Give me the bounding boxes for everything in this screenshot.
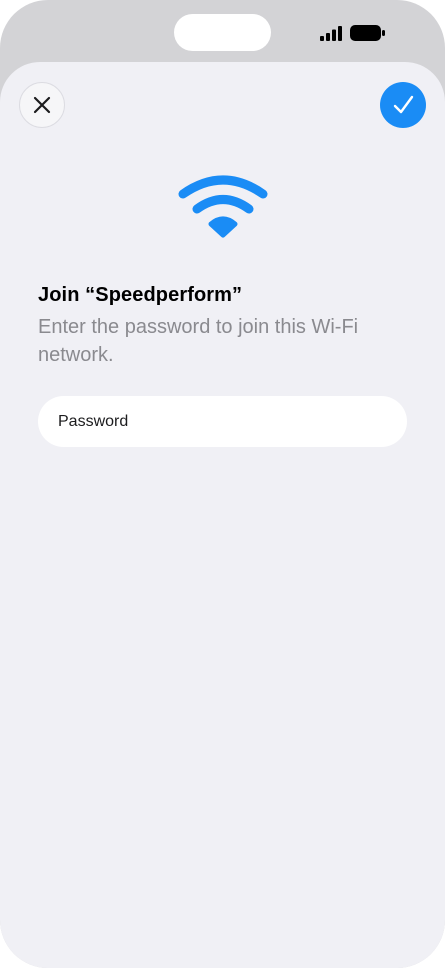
- battery-icon: [350, 25, 385, 41]
- status-bar: [0, 0, 445, 62]
- join-network-sheet: Join “Speedperform” Enter the password t…: [0, 62, 445, 968]
- phone-frame: Join “Speedperform” Enter the password t…: [0, 0, 445, 968]
- cellular-signal-icon: [320, 26, 342, 41]
- password-input[interactable]: [38, 396, 407, 447]
- dialog-title: Join “Speedperform”: [38, 284, 243, 306]
- dialog-subtitle: Enter the password to join this Wi-Fi ne…: [38, 316, 359, 366]
- wifi-icon: [178, 175, 268, 238]
- dynamic-island: [174, 14, 271, 51]
- close-icon: [33, 96, 51, 114]
- checkmark-icon: [393, 95, 414, 114]
- close-button[interactable]: [19, 82, 65, 128]
- join-confirm-button[interactable]: [380, 82, 426, 128]
